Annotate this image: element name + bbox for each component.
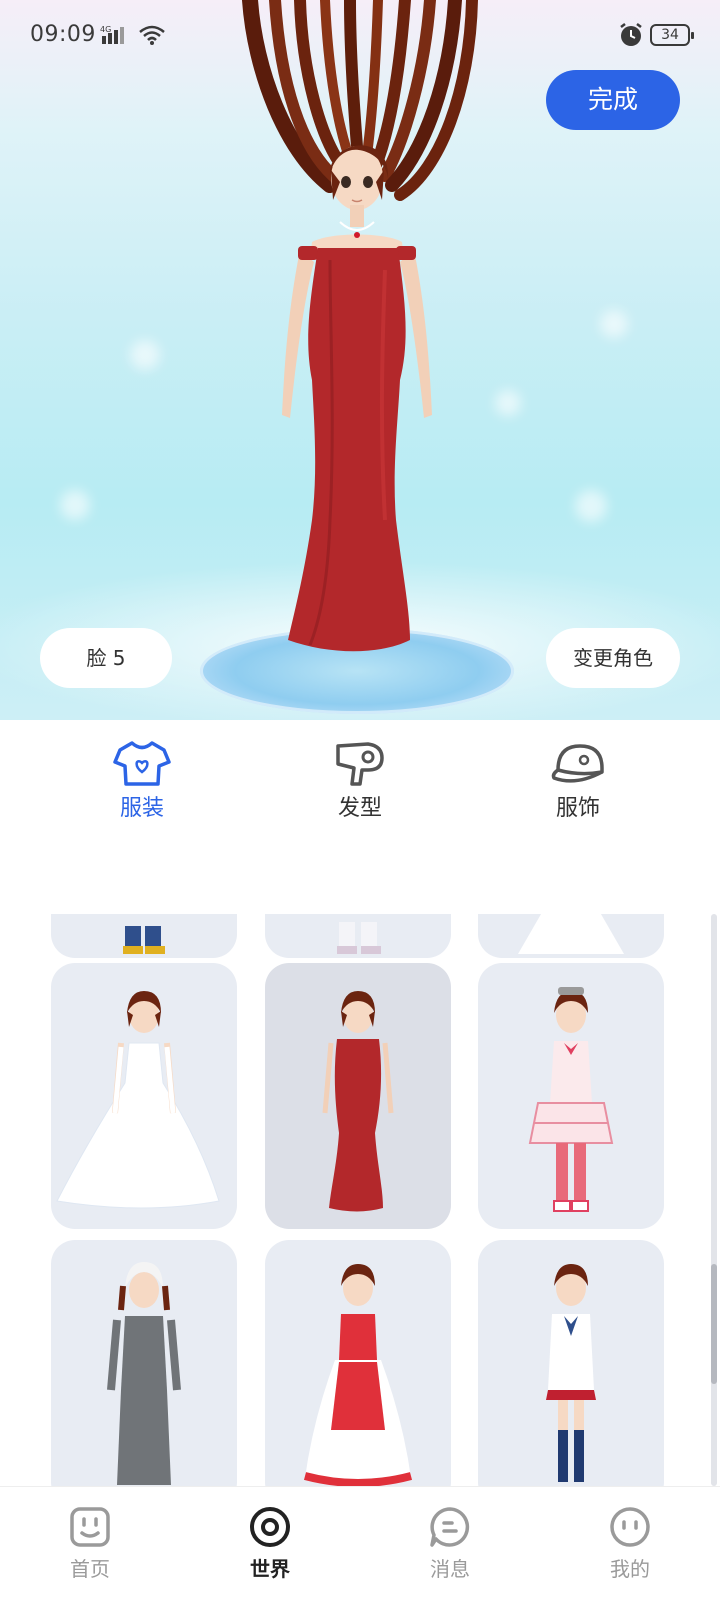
message-bubble-icon (430, 1507, 470, 1547)
face-selector-button[interactable]: 脸 5 (40, 628, 172, 688)
change-role-button[interactable]: 变更角色 (546, 628, 680, 688)
outfit-card-school-uniform[interactable] (478, 1240, 664, 1486)
nav-profile-label: 我的 (610, 1557, 650, 1581)
nav-profile[interactable]: 我的 (570, 1505, 690, 1582)
outfit-card-gray-nun-dress[interactable] (51, 1240, 237, 1486)
outfit-thumbnail (107, 1262, 181, 1485)
cap-icon (551, 744, 604, 783)
outfit-card-white-pants[interactable] (265, 914, 451, 958)
home-face-icon (70, 1507, 110, 1547)
outfit-thumbnail (56, 991, 220, 1209)
profile-face-icon (610, 1507, 650, 1547)
outfit-thumbnail (322, 991, 394, 1212)
outfit-card-white-wedding-gown[interactable] (51, 963, 237, 1229)
status-bar: 09:09 4G 34 (0, 0, 720, 70)
outfit-card-casual[interactable] (51, 914, 237, 958)
hair-dryer-icon (336, 742, 384, 786)
tab-hairstyle-label: 发型 (337, 796, 382, 821)
bottom-navigation: 首页 世界 消息 我的 (0, 1486, 720, 1600)
outfit-thumbnail (518, 914, 624, 954)
status-time: 09:09 (30, 22, 96, 47)
outfit-grid-scrollbar[interactable] (711, 914, 717, 1486)
outfit-thumbnail (303, 1264, 413, 1486)
outfit-grid (0, 914, 720, 1486)
tab-hairstyle[interactable]: 发型 (300, 738, 420, 822)
tab-accessories-label: 服饰 (555, 796, 600, 821)
character-preview[interactable]: 09:09 4G 34 完成 脸 5 变更角色 (0, 0, 720, 720)
nav-world-label: 世界 (250, 1557, 290, 1581)
outfit-card-white-dress[interactable] (478, 914, 664, 958)
tab-accessories[interactable]: 服饰 (518, 738, 638, 822)
outfit-card-red-white-ball-gown[interactable] (265, 1240, 451, 1486)
signal-icon: 4G (100, 25, 124, 44)
world-circle-icon (250, 1507, 290, 1547)
done-button[interactable]: 完成 (546, 70, 680, 130)
battery-indicator: 34 (650, 24, 694, 46)
nav-home[interactable]: 首页 (30, 1505, 150, 1582)
outfit-card-pink-lolita-dress[interactable] (478, 963, 664, 1229)
outfit-card-red-evening-gown[interactable] (265, 963, 451, 1229)
nav-world[interactable]: 世界 (210, 1505, 330, 1582)
category-tabs: 服装 发型 服饰 (0, 720, 720, 822)
outfit-thumbnail (546, 1264, 596, 1482)
scrollbar-thumb[interactable] (711, 1264, 717, 1384)
tab-clothes[interactable]: 服装 (82, 738, 202, 822)
tab-clothes-label: 服装 (119, 796, 164, 821)
outfit-thumbnail (123, 926, 165, 954)
outfit-thumbnail (337, 922, 381, 954)
outfit-thumbnail (528, 987, 614, 1212)
wifi-icon (139, 25, 165, 45)
network-type: 4G (100, 25, 111, 34)
tshirt-icon (113, 741, 171, 786)
nav-messages[interactable]: 消息 (390, 1505, 510, 1582)
alarm-icon (620, 23, 642, 46)
nav-messages-label: 消息 (430, 1557, 470, 1581)
nav-home-label: 首页 (70, 1557, 110, 1581)
